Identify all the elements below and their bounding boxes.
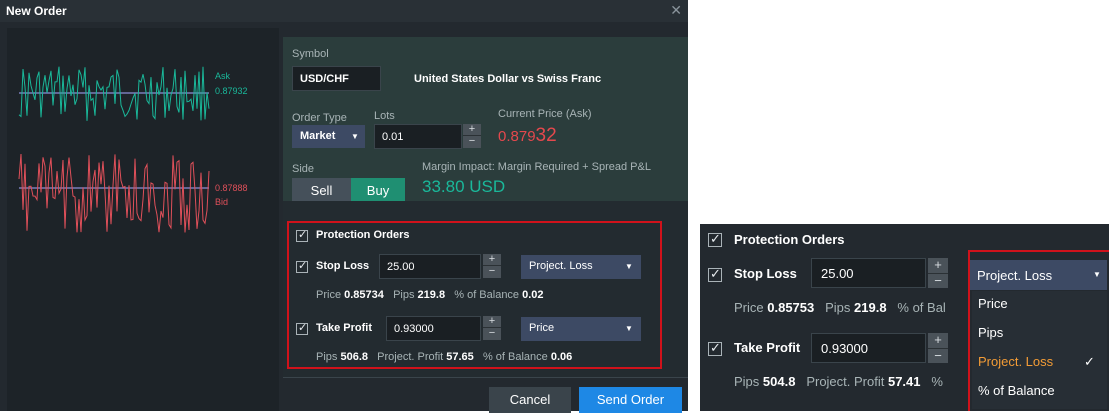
stop-loss-stats: Price 0.85734 Pips 219.8 % of Balance 0.… bbox=[316, 289, 544, 301]
plus-icon[interactable]: + bbox=[928, 333, 948, 347]
send-order-button[interactable]: Send Order bbox=[579, 387, 682, 413]
bid-label: Bid bbox=[215, 197, 228, 207]
take-profit-label: Take Profit bbox=[316, 322, 373, 334]
stop-loss-stepper[interactable]: + − bbox=[928, 258, 948, 288]
protection-highlight: ✓ Protection Orders ✓ Stop Loss 25.00 + … bbox=[287, 221, 662, 369]
sell-button[interactable]: Sell bbox=[292, 178, 351, 203]
order-type-select[interactable]: Market ▼ bbox=[292, 125, 365, 148]
plus-icon[interactable]: + bbox=[463, 124, 481, 135]
protection-title: Protection Orders bbox=[734, 232, 845, 247]
current-price-label: Current Price (Ask) bbox=[498, 108, 592, 120]
dropdown-option-project-loss[interactable]: Project. Loss bbox=[978, 354, 1053, 369]
ask-value: 0.87932 bbox=[215, 86, 248, 96]
take-profit-mode-select[interactable]: Price ▼ bbox=[521, 317, 641, 341]
stop-loss-input[interactable]: 25.00 bbox=[811, 258, 926, 288]
cancel-button[interactable]: Cancel bbox=[489, 387, 571, 413]
ask-label: Ask bbox=[215, 71, 231, 81]
checkmark-icon: ✓ bbox=[710, 231, 721, 246]
protection-title: Protection Orders bbox=[316, 229, 410, 241]
minus-icon[interactable]: − bbox=[483, 265, 501, 277]
minus-icon[interactable]: − bbox=[463, 135, 481, 147]
stop-loss-label: Stop Loss bbox=[734, 266, 797, 281]
protection-checkbox[interactable]: ✓ bbox=[708, 231, 722, 247]
stop-loss-mode-select[interactable]: Project. Loss ▼ bbox=[521, 255, 641, 279]
minus-icon[interactable]: − bbox=[928, 273, 948, 288]
close-icon[interactable]: ✕ bbox=[670, 2, 682, 19]
minus-icon[interactable]: − bbox=[928, 348, 948, 363]
margin-value: 33.80 USD bbox=[422, 177, 506, 196]
lots-label: Lots bbox=[374, 110, 395, 122]
take-profit-checkbox[interactable]: ✓ bbox=[708, 340, 722, 356]
plus-icon[interactable]: + bbox=[483, 254, 501, 265]
dialog-footer: Cancel Send Order bbox=[283, 377, 688, 413]
title-bar: New Order ✕ bbox=[0, 0, 688, 22]
minus-icon[interactable]: − bbox=[483, 327, 501, 339]
bid-series-line bbox=[18, 153, 210, 233]
take-profit-stats: Pips 506.8 Project. Profit 57.65 % of Ba… bbox=[316, 351, 573, 363]
protection-checkbox[interactable]: ✓ bbox=[296, 229, 308, 242]
buy-button[interactable]: Buy bbox=[351, 178, 405, 203]
symbol-description: United States Dollar vs Swiss Franc bbox=[414, 73, 602, 85]
take-profit-input[interactable]: 0.93000 bbox=[811, 333, 926, 363]
plus-icon[interactable]: + bbox=[928, 258, 948, 272]
dropdown-option-price[interactable]: Price bbox=[978, 296, 1008, 311]
take-profit-label: Take Profit bbox=[734, 340, 801, 355]
stop-loss-input[interactable]: 25.00 bbox=[379, 254, 481, 279]
plus-icon[interactable]: + bbox=[483, 316, 501, 327]
take-profit-checkbox[interactable]: ✓ bbox=[296, 322, 308, 335]
take-profit-stepper[interactable]: + − bbox=[928, 333, 948, 363]
symbol-label: Symbol bbox=[292, 48, 329, 60]
checkmark-icon: ✓ bbox=[710, 266, 721, 281]
ask-series-line bbox=[18, 66, 210, 121]
order-form: Symbol USD/CHF United States Dollar vs S… bbox=[283, 37, 688, 203]
checkmark-icon: ✓ bbox=[1084, 354, 1095, 369]
checkmark-icon: ✓ bbox=[298, 229, 308, 241]
lots-input[interactable]: 0.01 bbox=[374, 124, 462, 149]
stop-loss-stepper[interactable]: + − bbox=[483, 254, 501, 278]
stop-loss-stats: Price 0.85753 Pips 219.8 % of Bal bbox=[734, 300, 946, 315]
side-label: Side bbox=[292, 163, 315, 175]
checkmark-icon: ✓ bbox=[298, 260, 308, 272]
stop-loss-checkbox[interactable]: ✓ bbox=[296, 260, 308, 273]
dropdown-option-percent-balance[interactable]: % of Balance bbox=[978, 383, 1055, 398]
chevron-down-icon: ▼ bbox=[625, 262, 633, 271]
symbol-input[interactable]: USD/CHF bbox=[292, 66, 381, 91]
take-profit-stepper[interactable]: + − bbox=[483, 316, 501, 340]
dropdown-option-pips[interactable]: Pips bbox=[978, 325, 1003, 340]
stop-loss-label: Stop Loss bbox=[316, 260, 370, 272]
stop-loss-checkbox[interactable]: ✓ bbox=[708, 266, 722, 282]
checkmark-icon: ✓ bbox=[710, 340, 721, 355]
chevron-down-icon: ▼ bbox=[625, 324, 633, 333]
current-price-value: 0.87932 bbox=[498, 125, 557, 146]
chevron-down-icon: ▼ bbox=[351, 132, 359, 141]
price-chart-panel: Ask 0.87932 0.87888 Bid bbox=[7, 28, 279, 411]
bid-value: 0.87888 bbox=[215, 183, 248, 193]
new-order-dialog: New Order ✕ Ask 0.87932 0.87888 Bid Symb… bbox=[0, 0, 688, 413]
zoomed-protection-panel: ✓ Protection Orders ✓ Stop Loss 25.00 + … bbox=[700, 224, 1109, 411]
take-profit-stats: Pips 504.8 Project. Profit 57.41 % bbox=[734, 374, 943, 389]
price-chart: Ask 0.87932 0.87888 Bid bbox=[18, 66, 248, 233]
order-type-label: Order Type bbox=[292, 112, 347, 124]
lots-stepper[interactable]: + − bbox=[463, 124, 481, 148]
checkmark-icon: ✓ bbox=[298, 322, 308, 334]
take-profit-input[interactable]: 0.93000 bbox=[386, 316, 481, 341]
dialog-title: New Order bbox=[6, 4, 67, 18]
margin-impact-label: Margin Impact: Margin Required + Spread … bbox=[422, 161, 651, 173]
stop-loss-mode-dropdown: Price Pips Project. Loss ✓ % of Balance bbox=[972, 291, 1107, 409]
